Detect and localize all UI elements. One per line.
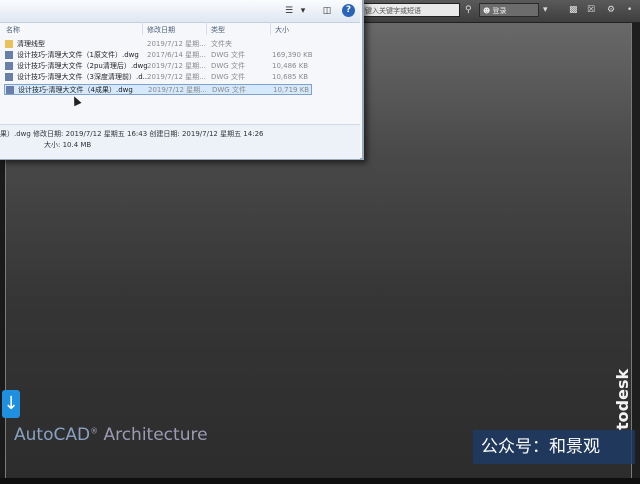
file-date: 2019/7/12 星期... [147,40,206,48]
column-header-size[interactable]: 大小 [275,25,289,35]
download-arrow-button[interactable]: ↓ [2,390,20,418]
file-row-selected[interactable]: 设计技巧-清理大文件（4成果）.dwg 2019/7/12 星期... DWG … [4,84,312,95]
file-row[interactable]: 设计技巧-清理大文件（2pu清理后）.dwg 2019/7/12 星期... D… [4,61,312,72]
folder-icon [5,40,13,48]
file-type: 文件夹 [211,40,232,48]
column-header-date[interactable]: 修改日期 [147,25,175,35]
wechat-watermark: 公众号：和景观 [473,430,635,464]
brand-registered: ® [90,426,99,436]
autocad-title-bar: 键入关键字或短语 ⚲ ☻ 登录 ▾ ▩ ☒ ⚙ • [355,0,640,23]
column-header-name[interactable]: 名称 [6,25,20,35]
autocad-right-edge [632,22,640,484]
file-date: 2017/6/14 星期... [147,51,206,59]
file-date: 2019/7/12 星期... [148,86,207,94]
dwg-file-icon [6,86,14,94]
autocad-frame-left-line [5,158,6,478]
dwg-file-icon [5,51,13,59]
column-header-type[interactable]: 类型 [211,25,225,35]
column-divider[interactable] [270,22,271,35]
product-brand: AutoCAD® Architecture [14,425,208,445]
file-row[interactable]: 设计技巧-清理大文件（3深度清理前）.d... 2019/7/12 星期... … [4,72,312,83]
dwg-file-icon [5,73,13,81]
file-row[interactable]: 设计技巧-清理大文件（1原文件）.dwg 2017/6/14 星期... DWG… [4,50,313,61]
cart-icon[interactable]: ▩ [569,4,578,17]
sign-in-label: 登录 [492,7,507,15]
file-type: DWG 文件 [211,62,245,70]
details-line-dates: 果）.dwg 修改日期: 2019/7/12 星期五 16:43 创建日期: 2… [0,130,264,138]
file-name: 设计技巧-清理大文件（2pu清理后）.dwg [17,62,148,70]
help-button[interactable]: ? [342,4,355,17]
help-icon[interactable]: • [627,4,632,17]
sign-in-button[interactable]: ☻ 登录 [479,3,539,17]
view-options-icon[interactable]: ☰ [282,4,296,18]
file-name: 设计技巧-清理大文件（4成果）.dwg [18,86,133,94]
dwg-file-icon [5,62,13,70]
file-open-dialog: ☰ ▾ ◫ ? 名称 修改日期 类型 大小 清理线型 2019/7/12 星期.… [0,0,364,160]
details-line-size: 大小: 10.4 MB [44,141,92,149]
search-input[interactable]: 键入关键字或短语 [360,3,460,17]
exchange-icon[interactable]: ☒ [587,4,595,17]
file-size: 10,685 KB [272,73,309,81]
file-name: 清理线型 [17,40,45,48]
brand-autocad: AutoCAD [14,425,91,445]
file-name: 设计技巧-清理大文件（1原文件）.dwg [17,51,139,59]
user-group-icon[interactable]: ⚙ [607,4,615,17]
file-size: 10,719 KB [273,86,310,94]
file-date: 2019/7/12 星期... [147,62,206,70]
dropdown-arrow-icon[interactable]: ▾ [543,4,548,17]
file-size: 10,486 KB [272,62,309,70]
file-type: DWG 文件 [211,73,245,81]
user-icon: ☻ [483,7,491,15]
autocad-bottom-edge [0,478,640,484]
vendor-logo: todesk [613,368,632,430]
dialog-toolbar: ☰ ▾ ◫ ? [0,0,360,23]
file-type: DWG 文件 [211,51,245,59]
file-size: 169,390 KB [272,51,313,59]
brand-architecture: Architecture [98,425,208,445]
column-divider[interactable] [206,22,207,35]
preview-pane-icon[interactable]: ◫ [320,4,334,18]
binoculars-icon[interactable]: ⚲ [465,4,472,17]
file-name: 设计技巧-清理大文件（3深度清理前）.d... [17,73,150,81]
chevron-down-icon[interactable]: ▾ [298,4,308,18]
column-divider[interactable] [142,22,143,35]
file-date: 2019/7/12 星期... [147,73,206,81]
file-row[interactable]: 清理线型 2019/7/12 星期... 文件夹 [4,39,312,50]
file-type: DWG 文件 [212,86,246,94]
